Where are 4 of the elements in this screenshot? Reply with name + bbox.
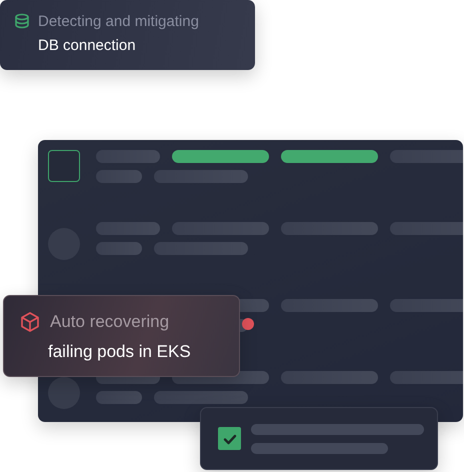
notification-text: failing pods in EKS [48, 342, 192, 362]
notification-title: Auto recovering [50, 312, 170, 332]
notification-text: DB connection [38, 37, 137, 54]
notification-title: Detecting and mitigating [38, 13, 199, 30]
